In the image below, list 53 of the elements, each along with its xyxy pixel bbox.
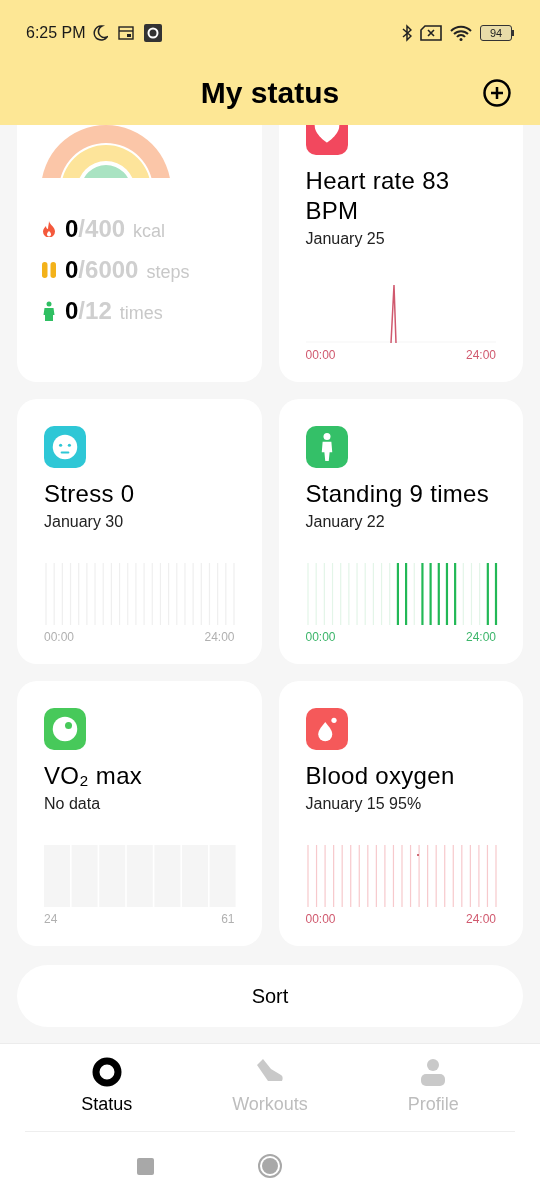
battery-indicator: 94	[480, 25, 514, 41]
face-icon	[44, 426, 86, 468]
moon-icon	[91, 25, 108, 41]
card-title: Standing 9 times	[305, 479, 491, 509]
person-icon	[305, 426, 348, 468]
card-title: Stress 0	[44, 479, 136, 509]
nav-tab[interactable]: Status	[25, 1044, 189, 1131]
health-card[interactable]: Heart rate 83 BPM January 25 00:00 24:00	[278, 125, 523, 382]
ring-icon	[91, 1057, 122, 1087]
card-date: No data	[44, 794, 102, 814]
card-title: Blood oxygen	[305, 761, 456, 791]
card-date: January 22	[305, 512, 386, 532]
sort-button[interactable]: Sort	[17, 965, 523, 1027]
card-title: Heart rate 83 BPM	[305, 166, 451, 226]
stat-value: 0	[65, 296, 79, 326]
bluetooth-icon	[402, 24, 412, 42]
health-card[interactable]: Blood oxygen January 15 95% 00:00 24:00	[278, 681, 523, 946]
axis-label: 24:00	[465, 347, 496, 364]
heart-rate-sparkline	[389, 284, 397, 343]
stat-value: 0	[65, 214, 79, 244]
drop-icon	[305, 708, 348, 750]
stat-goal: /400	[78, 214, 126, 244]
health-card[interactable]: Standing 9 times January 22 00:00 24:00	[278, 399, 523, 664]
recents-button[interactable]	[137, 1157, 154, 1175]
flame-icon	[43, 221, 55, 237]
page-title: My status	[200, 75, 340, 111]
axis-label: 24:00	[204, 629, 235, 646]
wifi-icon	[450, 25, 472, 41]
axis-label: 00:00	[44, 629, 75, 646]
stat-goal: /12	[78, 296, 112, 326]
home-button[interactable]	[258, 1154, 282, 1178]
no-sim-icon	[420, 25, 442, 41]
app-icon	[143, 24, 162, 42]
card-date: January 15 95%	[305, 794, 423, 814]
card-date: January 25	[305, 229, 386, 249]
add-icon[interactable]	[482, 77, 512, 108]
axis-label: 24	[44, 911, 58, 928]
card-title: VO₂ max	[44, 761, 144, 791]
person-icon	[43, 301, 55, 321]
stat-goal: /6000	[78, 255, 139, 285]
axis-label: 24:00	[465, 911, 496, 928]
ring-icon	[44, 708, 86, 750]
card-date: January 30	[44, 512, 125, 532]
status-time: 6:25 PM	[26, 23, 86, 43]
calendar-icon	[117, 26, 134, 40]
axis-label: 00:00	[305, 911, 336, 928]
health-card[interactable]: Stress 0 January 30 00:00 24:00	[17, 399, 262, 664]
axis-label: 00:00	[305, 347, 336, 364]
stat-value: 0	[65, 255, 79, 285]
axis-label: 24:00	[465, 629, 496, 646]
axis-label: 61	[221, 911, 235, 928]
health-card[interactable]: VO₂ max No data 24 61	[17, 681, 262, 946]
axis-label: 00:00	[305, 629, 336, 646]
